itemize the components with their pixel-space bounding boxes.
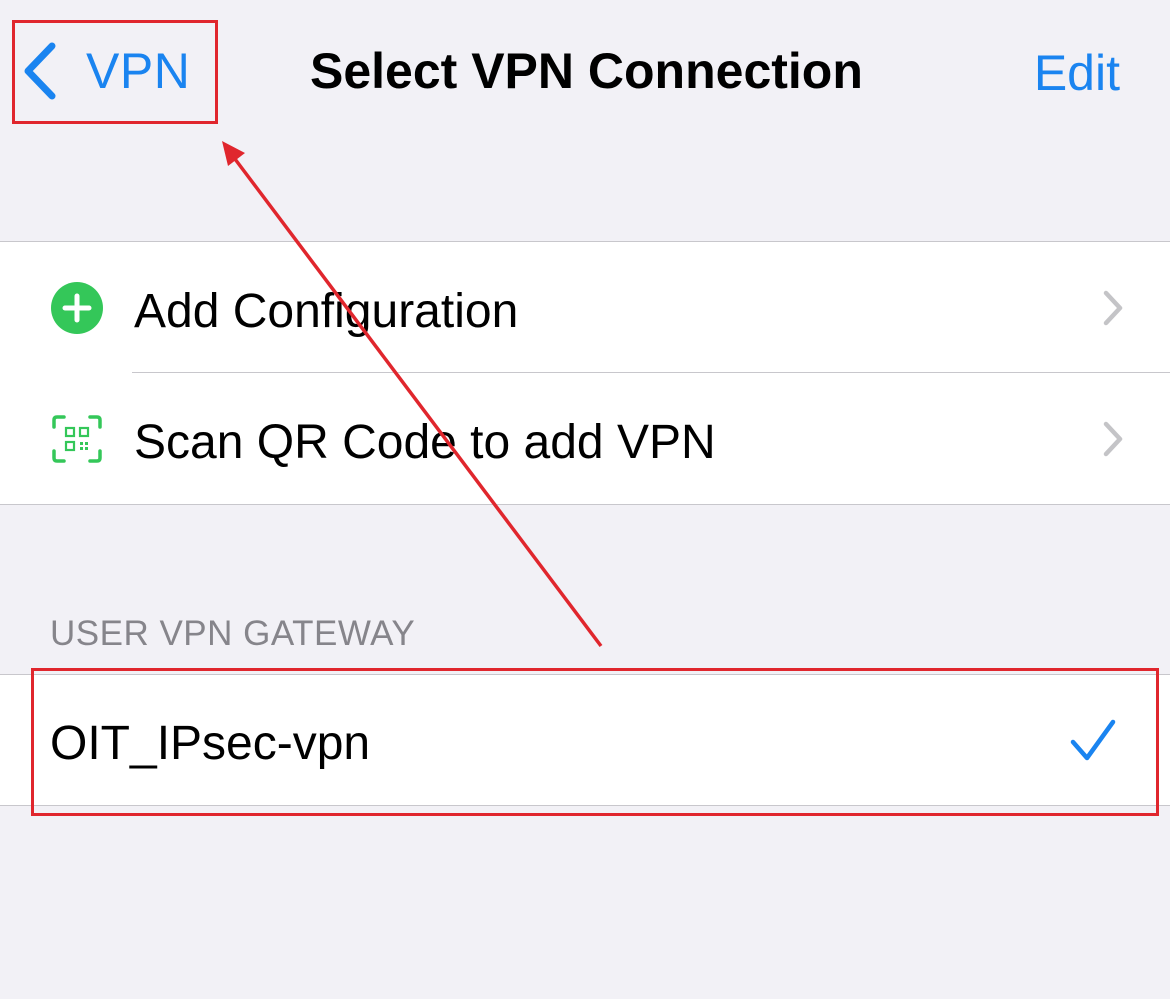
actions-group: Add Configuration Scan QR Code to add VP… xyxy=(0,241,1170,505)
scan-qr-code-label: Scan QR Code to add VPN xyxy=(134,416,716,469)
edit-button[interactable]: Edit xyxy=(1034,44,1120,102)
section-header: USER VPN GATEWAY xyxy=(50,614,416,653)
chevron-right-icon xyxy=(1103,290,1123,326)
plus-circle-icon xyxy=(51,282,103,334)
add-configuration-label: Add Configuration xyxy=(134,285,519,338)
add-configuration-row[interactable]: Add Configuration xyxy=(0,242,1170,373)
chevron-right-icon xyxy=(1103,421,1123,457)
scan-qr-code-row[interactable]: Scan QR Code to add VPN xyxy=(0,373,1170,504)
annotation-box-vpn xyxy=(31,668,1159,816)
page-title: Select VPN Connection xyxy=(310,43,863,99)
annotation-box-back xyxy=(12,20,218,124)
qr-scan-icon xyxy=(52,415,102,463)
